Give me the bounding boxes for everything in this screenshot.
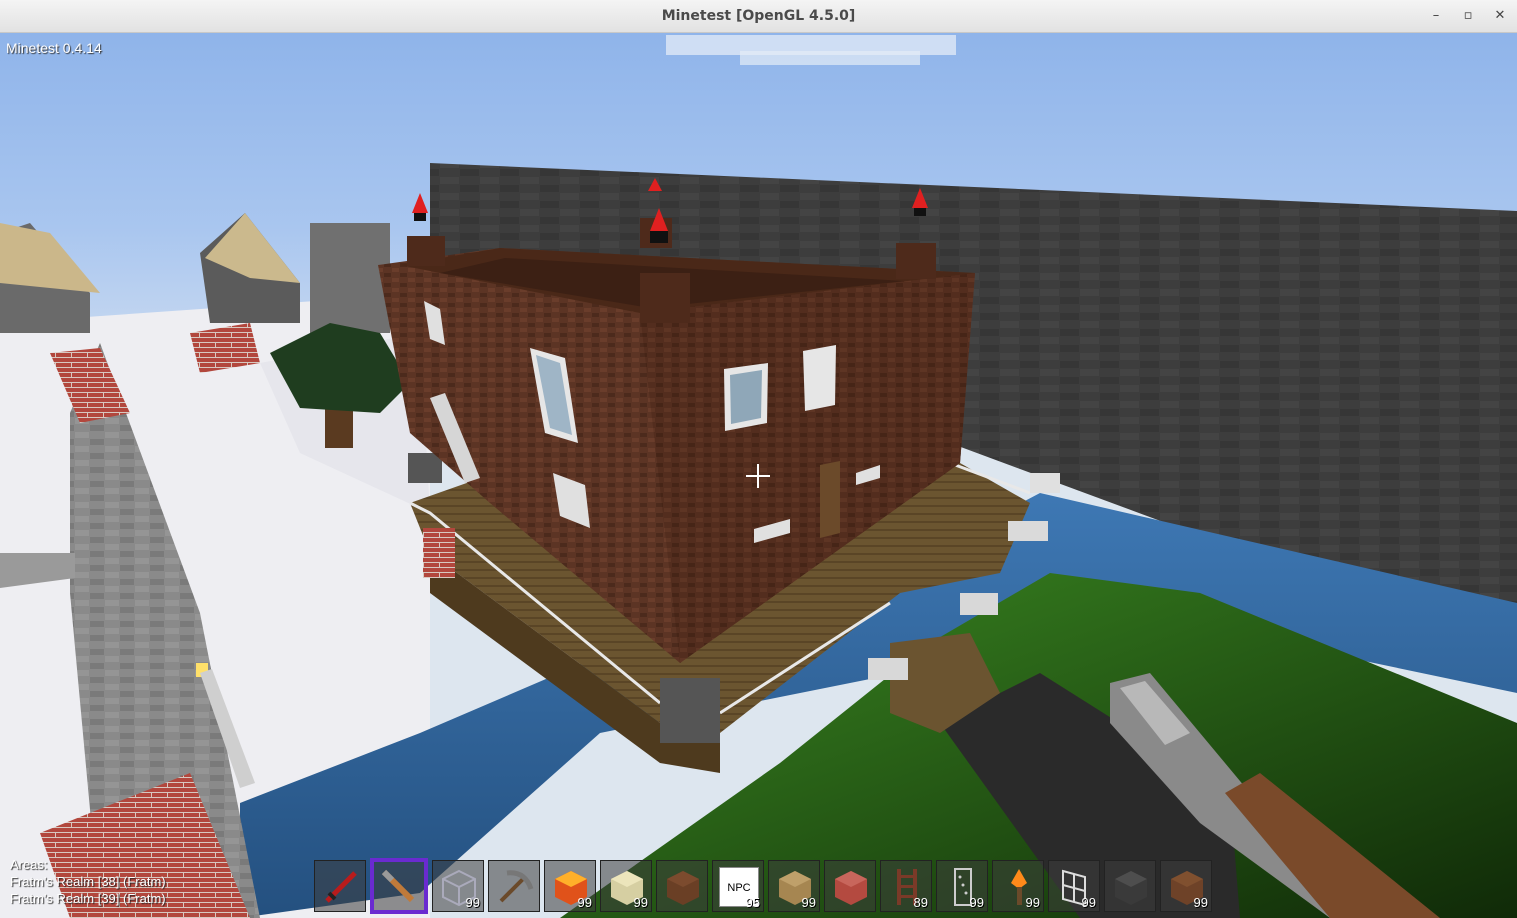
hotbar-slot[interactable]: NPC 95 bbox=[712, 860, 764, 912]
areas-heading: Areas: bbox=[10, 857, 48, 872]
minimize-button[interactable]: – bbox=[1425, 6, 1447, 26]
hotbar-slot[interactable]: 99 bbox=[1048, 860, 1100, 912]
crosshair-icon bbox=[746, 464, 770, 488]
pickaxe-icon bbox=[499, 870, 534, 903]
hotbar-slot[interactable] bbox=[488, 860, 540, 912]
hotbar-slot[interactable]: 99 bbox=[1160, 860, 1212, 912]
dirt-block-icon bbox=[667, 871, 699, 905]
slot-count: 89 bbox=[913, 895, 928, 910]
hotbar-slot[interactable]: 99 bbox=[432, 860, 484, 912]
hotbar-slot[interactable] bbox=[314, 860, 366, 912]
areas-info: Areas: Fratm's Realm [38] (Fratm) Fratm'… bbox=[10, 856, 166, 907]
slot-count: 99 bbox=[1081, 895, 1096, 910]
game-viewport[interactable]: Minetest 0.4.14 Areas: Fratm's Realm [38… bbox=[0, 33, 1517, 918]
slot-count: 99 bbox=[465, 895, 480, 910]
hotbar-slot[interactable] bbox=[1104, 860, 1156, 912]
hotbar: 99 99 99 NPC 95 99 89 99 99 99 99 bbox=[312, 858, 1214, 914]
slot-count: 99 bbox=[577, 895, 592, 910]
maximize-button[interactable]: ▫ bbox=[1457, 6, 1479, 26]
hotbar-slot[interactable]: 99 bbox=[600, 860, 652, 912]
coal-block-icon bbox=[1115, 871, 1147, 905]
window-title: Minetest [OpenGL 4.5.0] bbox=[661, 8, 856, 24]
slot-count: 99 bbox=[1193, 895, 1208, 910]
hotbar-slot-selected[interactable] bbox=[370, 858, 428, 914]
hotbar-slot[interactable]: 99 bbox=[936, 860, 988, 912]
slot-count: 99 bbox=[633, 895, 648, 910]
torch-stick-icon bbox=[381, 869, 415, 903]
hotbar-slot[interactable] bbox=[656, 860, 708, 912]
hotbar-slot[interactable]: 99 bbox=[768, 860, 820, 912]
slot-count: 95 bbox=[745, 895, 760, 910]
hotbar-slot[interactable] bbox=[824, 860, 876, 912]
area-entry: Fratm's Realm [39] (Fratm) bbox=[10, 891, 166, 906]
brick-block-icon bbox=[835, 871, 867, 905]
hotbar-slot[interactable]: 89 bbox=[880, 860, 932, 912]
version-label: Minetest 0.4.14 bbox=[6, 40, 102, 56]
hotbar-slot[interactable]: 99 bbox=[544, 860, 596, 912]
red-sword-icon bbox=[325, 871, 357, 903]
slot-count: 99 bbox=[969, 895, 984, 910]
area-entry: Fratm's Realm [38] (Fratm) bbox=[10, 874, 166, 889]
close-button[interactable]: ✕ bbox=[1489, 6, 1511, 26]
window-titlebar: Minetest [OpenGL 4.5.0] – ▫ ✕ bbox=[0, 0, 1517, 33]
slot-count: 99 bbox=[1025, 895, 1040, 910]
hotbar-slot[interactable]: 99 bbox=[992, 860, 1044, 912]
slot-count: 99 bbox=[801, 895, 816, 910]
